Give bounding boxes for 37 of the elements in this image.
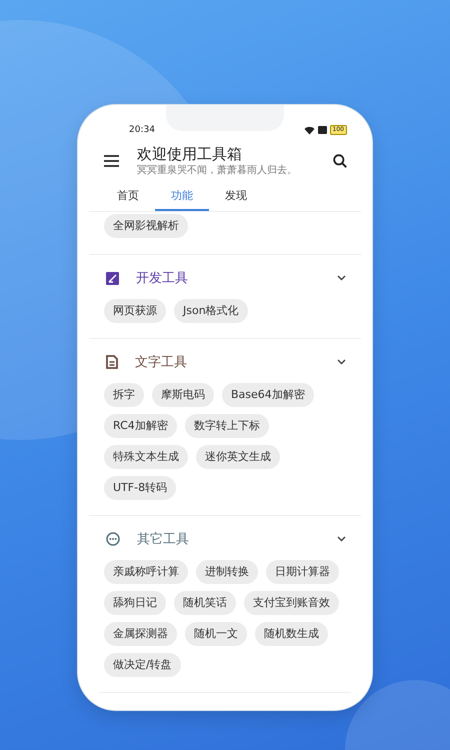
tool-chip[interactable]: 随机笑话 [174,591,236,615]
tool-chip[interactable]: 金属探测器 [104,622,177,646]
tool-chip[interactable]: 特殊文本生成 [104,445,188,469]
tool-chip[interactable]: 随机数生成 [255,622,328,646]
tool-chip[interactable]: 摩斯电码 [152,383,214,407]
app-subtitle: 冥冥重泉哭不闻，萧萧暮雨人归去。 [137,164,298,177]
app-title: 欢迎使用工具箱 [137,145,243,164]
tool-chip[interactable]: 亲戚称呼计算 [104,560,188,584]
sim-icon [318,126,327,134]
chevron-icon[interactable] [337,536,346,542]
tool-chip[interactable]: 随机一文 [185,622,247,646]
tool-chip[interactable]: 支付宝到账音效 [244,591,339,615]
tab[interactable]: 首页 [101,185,155,211]
tool-chip[interactable]: 舔狗日记 [104,591,166,615]
tool-chip[interactable]: 迷你英文生成 [196,445,280,469]
tool-chip[interactable]: 做决定/转盘 [104,653,181,677]
section-title: 开发工具 [136,270,189,287]
chevron-icon[interactable] [337,275,346,281]
tool-chip[interactable]: 拆字 [104,383,144,407]
search-icon[interactable] [333,154,347,168]
tab[interactable]: 功能 [155,185,209,211]
wifi-icon [304,126,315,134]
section-title: 文字工具 [135,354,188,371]
tool-chip[interactable]: 进制转换 [196,560,258,584]
chevron-icon[interactable] [337,359,346,365]
tool-chip[interactable]: 网页获源 [104,299,166,323]
tool-chip[interactable]: RC4加解密 [104,414,177,438]
tool-chip[interactable]: 数字转上下标 [184,414,269,438]
tool-chip[interactable]: Base64加解密 [222,383,314,407]
status-time: 20:34 [129,125,155,135]
section-title: 其它工具 [137,531,190,548]
tool-chip[interactable]: 日期计算器 [266,560,339,584]
menu-icon[interactable] [104,155,119,167]
tool-chip[interactable]: 全网影视解析 [104,214,188,238]
tool-chip[interactable]: Json格式化 [174,299,248,323]
tool-chip[interactable]: UTF-8转码 [104,476,176,500]
tab[interactable]: 发现 [209,185,263,211]
